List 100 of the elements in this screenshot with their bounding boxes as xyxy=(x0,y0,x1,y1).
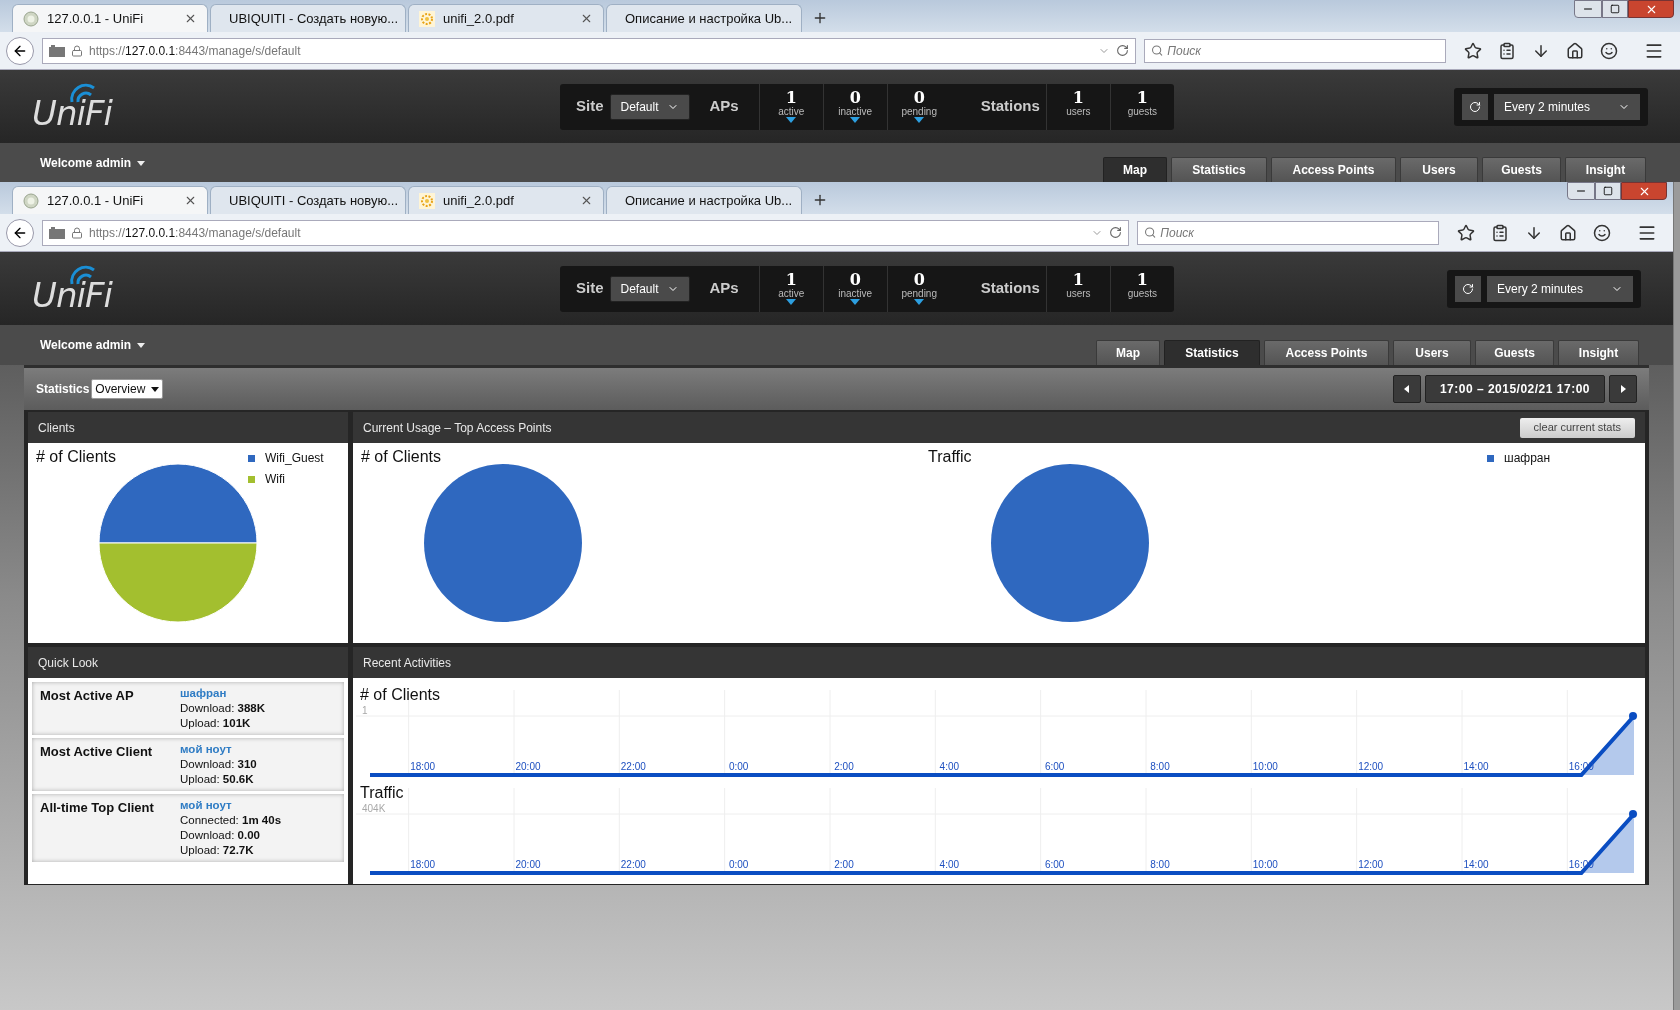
close-icon[interactable] xyxy=(184,194,197,207)
close-button[interactable] xyxy=(1621,182,1667,200)
refresh-dropdown[interactable]: Every 2 minutes xyxy=(1487,275,1633,302)
maximize-button[interactable] xyxy=(1602,0,1628,18)
next-button[interactable] xyxy=(1609,375,1637,403)
search-input[interactable]: Поиск xyxy=(1167,41,1439,60)
nav-tab[interactable]: Statistics xyxy=(1164,340,1260,365)
nav-tab[interactable]: Users xyxy=(1393,340,1471,365)
lock-icon xyxy=(71,44,83,57)
close-button[interactable] xyxy=(1628,0,1674,18)
nav-tab[interactable]: Guests xyxy=(1475,340,1554,365)
nav-tab[interactable]: Insight xyxy=(1558,340,1639,365)
count-label: pending xyxy=(901,106,937,117)
browser-tab[interactable]: Описание и настройка Ub... xyxy=(606,4,802,32)
back-button[interactable] xyxy=(6,218,34,247)
close-icon[interactable] xyxy=(184,12,197,25)
site-label: Site xyxy=(576,278,604,299)
search-field[interactable]: Поиск xyxy=(1137,220,1439,245)
nav-tab[interactable]: Access Points xyxy=(1271,157,1396,182)
refresh-dropdown[interactable]: Every 2 minutes xyxy=(1494,93,1640,120)
caret-icon[interactable] xyxy=(914,299,925,305)
x-axis-label: 12:00 xyxy=(1358,761,1384,772)
browser-tab[interactable]: UBIQUITI - Создать новую... xyxy=(210,186,406,214)
minimize-button[interactable] xyxy=(1567,182,1595,200)
stat-line: Upload: 50.6K xyxy=(180,772,255,787)
star-icon[interactable] xyxy=(1464,41,1482,60)
date-range-button[interactable]: 17:00 – 2015/02/21 17:00 xyxy=(1424,375,1605,403)
welcome-menu[interactable]: Welcome admin xyxy=(40,336,132,354)
stat-line: Connected: 1m 40s xyxy=(180,813,282,828)
chat-icon[interactable] xyxy=(1593,223,1611,242)
browser-tab[interactable]: 127.0.0.1 - UniFi xyxy=(12,4,208,32)
back-button[interactable] xyxy=(6,36,34,65)
x-axis-label: 12:00 xyxy=(1358,859,1384,870)
address-text[interactable]: https://127.0.0.1:8443/manage/s/default xyxy=(89,223,301,242)
statistics-label: Statistics xyxy=(36,381,90,398)
nav-tab[interactable]: Guests xyxy=(1482,157,1561,182)
reading-list-icon[interactable] xyxy=(1491,223,1509,242)
item-link[interactable]: мой ноут xyxy=(180,742,257,757)
item-link[interactable]: мой ноут xyxy=(180,798,282,813)
count-value: 0 xyxy=(849,272,861,288)
nav-tab[interactable]: Insight xyxy=(1565,157,1646,182)
count-label: pending xyxy=(901,288,937,299)
site-identity-icon[interactable] xyxy=(49,226,65,239)
site-dropdown[interactable]: Default xyxy=(609,275,690,302)
home-icon[interactable] xyxy=(1566,41,1584,60)
count-label: users xyxy=(1066,288,1091,299)
unifi-logo[interactable]: UniFi xyxy=(32,263,116,314)
browser-tab[interactable]: unifi_2.0.pdf xyxy=(408,4,604,32)
stat-line: Upload: 72.7K xyxy=(180,843,255,858)
reload-icon[interactable] xyxy=(1116,44,1129,57)
caret-icon[interactable] xyxy=(850,299,861,305)
welcome-menu[interactable]: Welcome admin xyxy=(40,154,132,172)
globe-icon xyxy=(23,192,39,209)
address-text[interactable]: https://127.0.0.1:8443/manage/s/default xyxy=(89,41,301,60)
new-tab-icon[interactable] xyxy=(812,10,828,26)
x-axis-label: 10:00 xyxy=(1252,859,1278,870)
caret-icon[interactable] xyxy=(137,342,146,348)
caret-icon[interactable] xyxy=(914,117,925,123)
unifi-logo[interactable]: UniFi xyxy=(32,81,116,132)
browser-tab[interactable]: Описание и настройка Ub... xyxy=(606,186,802,214)
caret-icon[interactable] xyxy=(850,117,861,123)
browser-tab[interactable]: 127.0.0.1 - UniFi xyxy=(12,186,208,214)
nav-tab[interactable]: Users xyxy=(1400,157,1478,182)
minimize-button[interactable] xyxy=(1574,0,1602,18)
close-icon[interactable] xyxy=(580,12,593,25)
x-axis-label: 18:00 xyxy=(410,761,436,772)
panel-title: Recent Activities xyxy=(363,654,452,672)
x-axis-label: 20:00 xyxy=(515,859,541,870)
nav-tab[interactable]: Map xyxy=(1096,340,1160,365)
reload-icon[interactable] xyxy=(1109,226,1122,239)
search-input[interactable]: Поиск xyxy=(1160,223,1432,242)
site-dropdown[interactable]: Default xyxy=(609,93,690,120)
view-dropdown[interactable]: Overview xyxy=(91,379,164,399)
browser-tab[interactable]: UBIQUITI - Создать новую... xyxy=(210,4,406,32)
star-icon[interactable] xyxy=(1457,223,1475,242)
search-field[interactable]: Поиск xyxy=(1144,38,1446,63)
reading-list-icon[interactable] xyxy=(1498,41,1516,60)
clear-stats-button[interactable]: clear current stats xyxy=(1519,417,1635,438)
item-link[interactable]: шафран xyxy=(180,686,266,701)
home-icon[interactable] xyxy=(1559,223,1577,242)
previous-button[interactable] xyxy=(1392,375,1421,403)
count-label: guests xyxy=(1127,106,1158,117)
refresh-button[interactable] xyxy=(1455,275,1481,302)
caret-icon[interactable] xyxy=(786,299,797,305)
caret-icon[interactable] xyxy=(786,117,797,123)
caret-icon xyxy=(151,386,160,392)
count-value: 1 xyxy=(1136,90,1148,106)
new-tab-icon[interactable] xyxy=(812,192,828,208)
browser-tab[interactable]: unifi_2.0.pdf xyxy=(408,186,604,214)
close-icon[interactable] xyxy=(580,194,593,207)
nav-tab[interactable]: Map xyxy=(1103,157,1167,182)
x-axis-label: 14:00 xyxy=(1463,761,1489,772)
site-identity-icon[interactable] xyxy=(49,44,65,57)
chart-title: # of Clients xyxy=(361,447,442,467)
maximize-button[interactable] xyxy=(1595,182,1621,200)
caret-icon[interactable] xyxy=(137,160,146,166)
refresh-button[interactable] xyxy=(1462,93,1488,120)
nav-tab[interactable]: Statistics xyxy=(1171,157,1267,182)
nav-tab[interactable]: Access Points xyxy=(1264,340,1389,365)
chat-icon[interactable] xyxy=(1600,41,1618,60)
